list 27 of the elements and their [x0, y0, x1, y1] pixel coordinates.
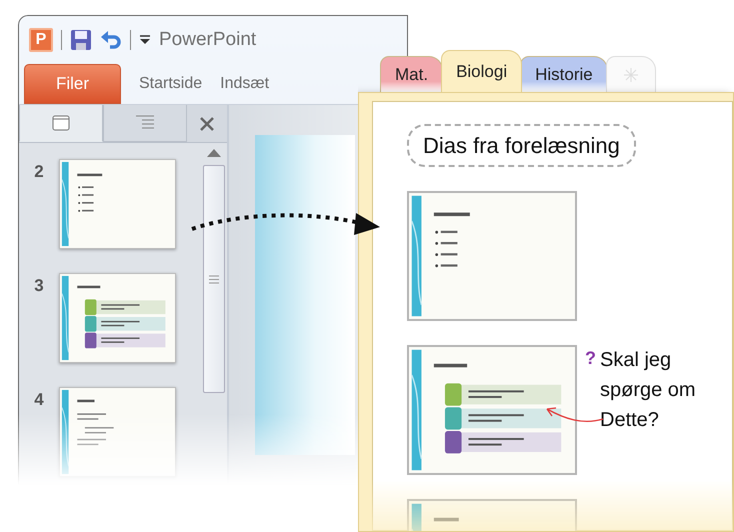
- slide-thumbnail[interactable]: [59, 387, 176, 477]
- slide-thumbnail[interactable]: [59, 159, 176, 249]
- question-tag: ?: [585, 345, 596, 372]
- undo-icon[interactable]: [100, 29, 122, 51]
- page-title: Dias fra forelæsning: [407, 124, 636, 167]
- slides-tab[interactable]: [19, 105, 103, 142]
- section-tab[interactable]: Mat.: [380, 56, 444, 92]
- slide-number: 2: [33, 163, 45, 180]
- slide-number: 3: [33, 277, 45, 294]
- close-icon: [200, 117, 214, 132]
- slide-thumbnail[interactable]: [59, 273, 176, 363]
- ribbon-tab[interactable]: Startside: [139, 72, 202, 96]
- slide-icon: [52, 115, 70, 131]
- note-text: Skal jeg spørge om Dette?: [600, 348, 697, 433]
- close-button[interactable]: [187, 105, 227, 142]
- customize-caret-icon[interactable]: [139, 35, 151, 45]
- ribbon-tab[interactable]: Indsæt: [220, 72, 270, 96]
- slide-number: 4: [33, 391, 45, 408]
- section-tab[interactable]: Biologi: [441, 50, 522, 92]
- app-logo: P: [29, 28, 53, 52]
- sparkle-icon: [624, 68, 638, 82]
- section-tab[interactable]: Historie: [520, 56, 608, 92]
- window-title: PowerPoint: [159, 28, 256, 52]
- save-icon[interactable]: [70, 29, 92, 51]
- scrollbar-thumb[interactable]: [203, 165, 225, 393]
- scroll-up-icon[interactable]: [207, 149, 221, 157]
- outline-icon: [135, 115, 155, 131]
